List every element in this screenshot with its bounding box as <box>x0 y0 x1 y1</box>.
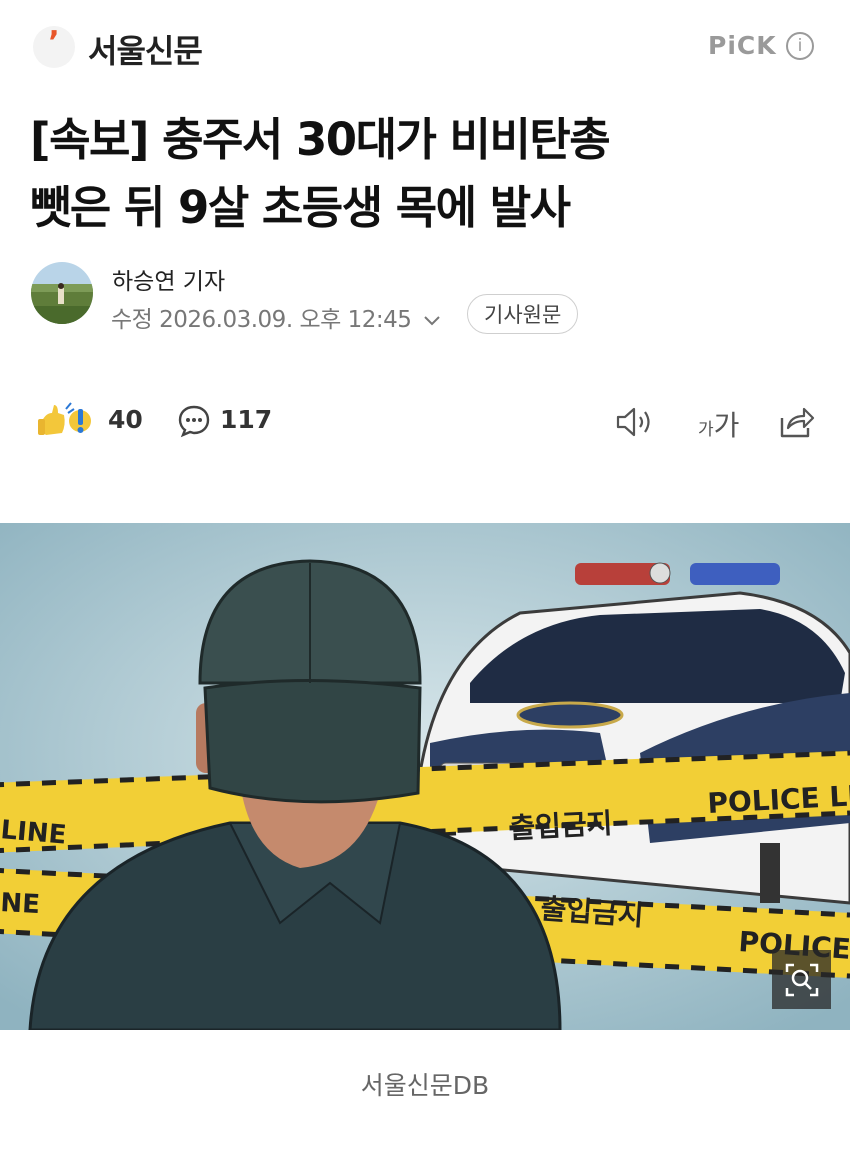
reaction-count: 40 <box>108 405 143 434</box>
press-logo-glyph: ʼ <box>48 25 60 60</box>
pick-badge: PiCK <box>708 31 777 60</box>
headline-line-1: [속보] 충주서 30대가 비비탄총 <box>30 113 611 166</box>
font-large-glyph: 가 <box>713 409 740 442</box>
svg-text:출입금지: 출입금지 <box>509 807 614 845</box>
font-size-button[interactable]: 가가 <box>698 404 739 444</box>
speaker-icon[interactable] <box>615 406 655 438</box>
svg-text:NE: NE <box>0 888 41 920</box>
press-logo[interactable]: ʼ <box>33 26 75 68</box>
chevron-down-icon <box>424 315 440 325</box>
comment-icon[interactable] <box>177 404 211 438</box>
headline-line-2: 뺏은 뒤 9살 초등생 목에 발사 <box>30 181 571 234</box>
article-image[interactable]: LINE INE 출입금지 POLICE LIN NE 출입금지 POLICE … <box>0 523 850 1030</box>
zoom-icon <box>785 963 818 996</box>
svg-text:LINE: LINE <box>0 815 68 851</box>
comment-count[interactable]: 117 <box>220 405 272 434</box>
info-icon[interactable]: i <box>786 32 814 60</box>
original-article-button[interactable]: 기사원문 <box>467 294 579 334</box>
press-name[interactable]: 서울신문 <box>88 26 203 72</box>
timestamp-text: 수정 2026.03.09. 오후 12:45 <box>111 307 412 333</box>
reporter-avatar[interactable] <box>31 262 93 324</box>
zoom-image-button[interactable] <box>772 950 831 1009</box>
font-small-glyph: 가 <box>698 420 714 440</box>
reporter-name[interactable]: 하승연 기자 <box>112 262 225 296</box>
share-icon[interactable] <box>778 404 816 440</box>
article-headline: [속보] 충주서 30대가 비비탄총 뺏은 뒤 9살 초등생 목에 발사 <box>30 106 820 242</box>
reaction-emoji-icon[interactable] <box>36 401 100 441</box>
article-timestamp[interactable]: 수정 2026.03.09. 오후 12:45 <box>111 300 442 334</box>
image-caption: 서울신문DB <box>360 1071 490 1100</box>
